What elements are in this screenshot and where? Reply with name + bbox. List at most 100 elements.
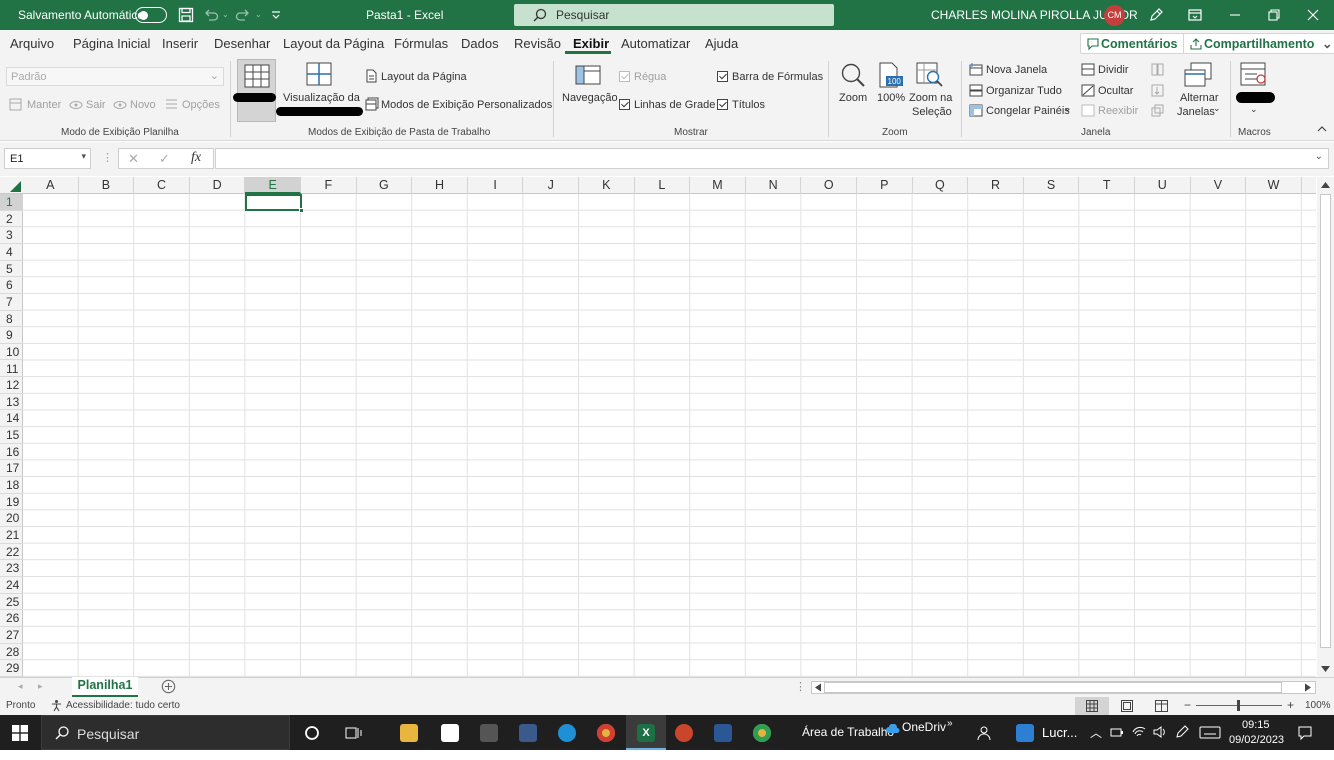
app-label[interactable]: Lucr... bbox=[1042, 725, 1077, 740]
restore-icon[interactable] bbox=[1266, 7, 1282, 23]
row-header-26[interactable]: 26 bbox=[0, 610, 23, 627]
battery-icon[interactable] bbox=[1110, 726, 1124, 738]
excel-taskbar-button[interactable]: X bbox=[626, 715, 666, 750]
share-button[interactable]: Compartilhamento ⌄ bbox=[1183, 33, 1334, 54]
clock-date[interactable]: 09/02/2023 bbox=[1229, 734, 1284, 746]
touch-keyboard-icon[interactable] bbox=[1199, 726, 1221, 739]
comments-button[interactable]: Comentários bbox=[1080, 33, 1187, 54]
column-header-p[interactable]: P bbox=[857, 177, 913, 194]
row-header-9[interactable]: 9 bbox=[0, 327, 23, 344]
people-icon[interactable] bbox=[975, 725, 991, 741]
expand-formula-bar-icon[interactable]: ⌄ bbox=[1315, 151, 1323, 162]
word-icon[interactable] bbox=[714, 724, 732, 742]
column-header-u[interactable]: U bbox=[1135, 177, 1191, 194]
chrome-icon[interactable] bbox=[597, 724, 615, 742]
column-header-a[interactable]: A bbox=[23, 177, 79, 194]
add-sheet-icon[interactable] bbox=[161, 679, 176, 694]
row-header-1[interactable]: 1 bbox=[0, 194, 23, 211]
taskbar-search-box[interactable]: Pesquisar bbox=[41, 715, 290, 750]
switch-windows-dropdown-icon[interactable]: ⌄ bbox=[1213, 103, 1221, 114]
sheet-tab-planilha1[interactable]: Planilha1 bbox=[72, 677, 138, 697]
row-header-14[interactable]: 14 bbox=[0, 410, 23, 428]
name-box[interactable]: E1 ▾ bbox=[4, 148, 91, 169]
enter-check-icon[interactable]: ✓ bbox=[159, 151, 170, 167]
formula-bar-checkbox[interactable] bbox=[717, 71, 728, 82]
vertical-scroll-thumb[interactable] bbox=[1320, 194, 1331, 648]
column-header-i[interactable]: I bbox=[468, 177, 524, 194]
column-header-n[interactable]: N bbox=[746, 177, 802, 194]
onedrive-icon[interactable] bbox=[886, 724, 900, 734]
cancel-icon[interactable]: ✕ bbox=[128, 151, 139, 167]
row-header-29[interactable]: 29 bbox=[0, 660, 23, 677]
tab-inserir[interactable]: Inserir bbox=[162, 36, 198, 51]
cortana-icon[interactable] bbox=[304, 725, 320, 741]
row-header-8[interactable]: 8 bbox=[0, 311, 23, 328]
vertical-scrollbar[interactable] bbox=[1317, 177, 1334, 677]
show-hidden-icons-icon[interactable]: ︿ bbox=[1090, 724, 1102, 741]
document-app-icon[interactable] bbox=[1016, 724, 1034, 742]
ribbon-display-options-icon[interactable] bbox=[1187, 7, 1203, 23]
column-header-r[interactable]: R bbox=[968, 177, 1024, 194]
toolbar-overflow-icon[interactable]: » bbox=[947, 718, 953, 729]
zoom-100-button[interactable]: 100% bbox=[877, 92, 905, 104]
save-icon[interactable] bbox=[178, 7, 194, 23]
switch-windows-button-line2[interactable]: Janelas bbox=[1177, 106, 1215, 118]
headings-checkbox[interactable] bbox=[717, 99, 728, 110]
hide-button[interactable]: Ocultar bbox=[1098, 85, 1133, 97]
row-header-10[interactable]: 10 bbox=[0, 344, 23, 361]
normal-view-button[interactable] bbox=[237, 59, 276, 122]
task-view-icon[interactable] bbox=[345, 725, 362, 741]
column-header-k[interactable]: K bbox=[579, 177, 635, 194]
row-header-21[interactable]: 21 bbox=[0, 527, 23, 544]
row-header-12[interactable]: 12 bbox=[0, 377, 23, 394]
row-header-27[interactable]: 27 bbox=[0, 627, 23, 644]
inkscape-icon[interactable] bbox=[441, 724, 459, 742]
wifi-icon[interactable] bbox=[1132, 725, 1146, 739]
column-header-h[interactable]: H bbox=[412, 177, 468, 194]
zoom-button[interactable]: Zoom bbox=[839, 92, 867, 104]
tab-desenhar[interactable]: Desenhar bbox=[214, 36, 270, 51]
accessibility-icon[interactable] bbox=[50, 699, 63, 712]
page-layout-status-icon[interactable] bbox=[1121, 700, 1133, 712]
column-header-d[interactable]: D bbox=[190, 177, 246, 194]
column-header-t[interactable]: T bbox=[1079, 177, 1135, 194]
column-header-l[interactable]: L bbox=[635, 177, 691, 194]
close-icon[interactable] bbox=[1305, 7, 1321, 23]
scroll-down-icon[interactable] bbox=[1320, 665, 1331, 673]
onedrive-label[interactable]: OneDriv bbox=[902, 720, 946, 734]
column-header-f[interactable]: F bbox=[301, 177, 357, 194]
row-header-24[interactable]: 24 bbox=[0, 577, 23, 594]
row-header-7[interactable]: 7 bbox=[0, 294, 23, 311]
zoom-slider-thumb[interactable] bbox=[1237, 700, 1240, 711]
horizontal-scroll-thumb[interactable] bbox=[824, 682, 1282, 693]
chrome-profile-icon[interactable] bbox=[753, 724, 771, 742]
tab-formulas[interactable]: Fórmulas bbox=[394, 36, 448, 51]
sheet-scroll-left-icon[interactable]: ◂ bbox=[18, 681, 23, 692]
row-header-11[interactable]: 11 bbox=[0, 361, 23, 378]
formula-input[interactable]: ⌄ bbox=[215, 148, 1329, 169]
powerpoint-icon[interactable] bbox=[675, 724, 693, 742]
normal-view-status-button[interactable] bbox=[1075, 697, 1109, 715]
cell-grid[interactable] bbox=[23, 194, 1316, 677]
redo-dropdown-icon[interactable]: ⌄ bbox=[255, 10, 271, 26]
column-header-b[interactable]: B bbox=[79, 177, 135, 194]
reset-window-position-icon[interactable] bbox=[1151, 104, 1164, 117]
column-header-c[interactable]: C bbox=[134, 177, 190, 194]
exit-button[interactable]: Sair bbox=[86, 99, 106, 111]
avatar[interactable]: CM bbox=[1104, 5, 1125, 26]
minimize-icon[interactable] bbox=[1227, 7, 1243, 23]
row-header-25[interactable]: 25 bbox=[0, 594, 23, 611]
row-header-2[interactable]: 2 bbox=[0, 211, 23, 228]
tab-layout-da-pagina[interactable]: Layout da Página bbox=[283, 36, 384, 51]
unhide-button[interactable]: Reexibir bbox=[1098, 105, 1138, 117]
column-header-s[interactable]: S bbox=[1024, 177, 1080, 194]
scroll-left-icon[interactable] bbox=[814, 683, 822, 692]
zoom-in-icon[interactable]: + bbox=[1287, 698, 1294, 712]
insert-function-button[interactable]: fx bbox=[191, 150, 201, 166]
zoom-out-icon[interactable]: − bbox=[1184, 698, 1191, 712]
ruler-checkbox[interactable] bbox=[619, 71, 630, 82]
keyboard-app-icon[interactable] bbox=[480, 724, 498, 742]
zoom-selection-button-line1[interactable]: Zoom na bbox=[909, 92, 952, 104]
tab-revisao[interactable]: Revisão bbox=[514, 36, 561, 51]
row-header-28[interactable]: 28 bbox=[0, 644, 23, 661]
